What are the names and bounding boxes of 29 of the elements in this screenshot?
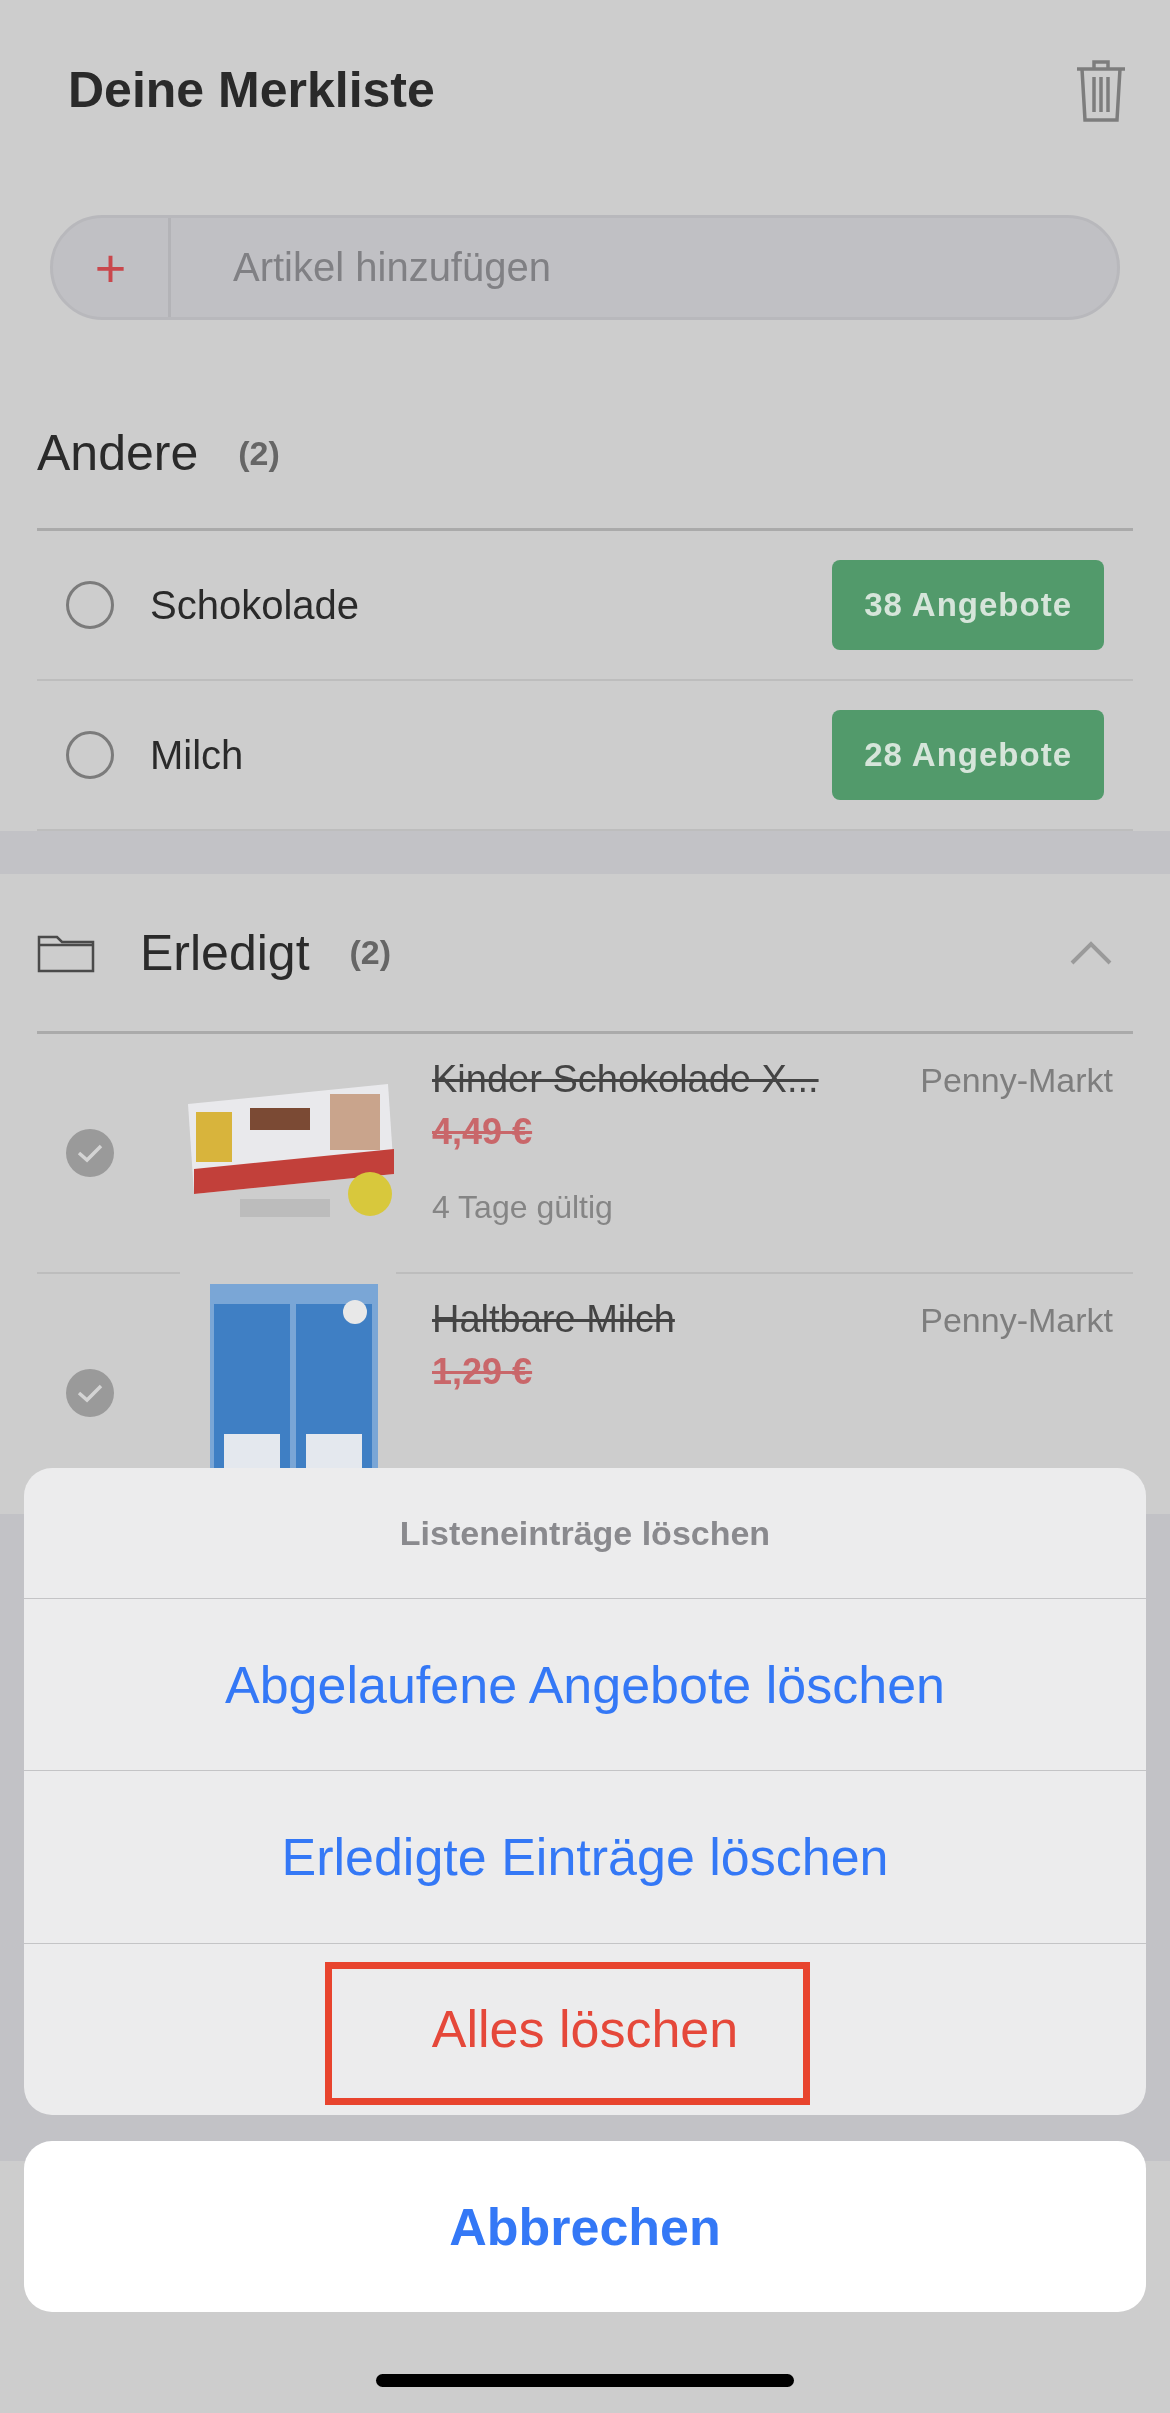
sheet-action[interactable]: Alles löschen <box>24 1942 1146 2115</box>
section-title: Erledigt <box>140 923 310 982</box>
offers-badge[interactable]: 28 Angebote <box>832 710 1104 800</box>
item-count: (2) <box>238 433 280 473</box>
item-name: Schokolade <box>150 582 361 628</box>
item-name: Milch <box>150 732 245 778</box>
offer-price: 4,49 € <box>432 1111 534 1153</box>
offer-price: 1,29 € <box>432 1351 534 1393</box>
validity-text: 4 Tage gültig <box>432 1189 614 1226</box>
offer-title: Haltbare Milch <box>432 1298 675 1341</box>
check-circle[interactable] <box>66 731 114 779</box>
chevron-up-icon[interactable] <box>1069 939 1113 966</box>
section-title: Andere <box>37 424 199 482</box>
page-title: Deine Merkliste <box>68 61 435 119</box>
sheet-action[interactable]: Abgelaufene Angebote löschen <box>24 1598 1146 1771</box>
check-circle[interactable] <box>66 581 114 629</box>
sheet-action[interactable]: Erledigte Einträge löschen <box>24 1770 1146 1943</box>
offer-title: Kinder Schokolade X... <box>432 1058 819 1101</box>
add-item-field[interactable]: + Artikel hinzufügen <box>50 215 1120 320</box>
checked-circle-icon[interactable] <box>66 1369 114 1417</box>
cancel-button[interactable]: Abbrechen <box>24 2141 1146 2312</box>
trash-icon[interactable] <box>1074 57 1128 123</box>
checked-circle-icon[interactable] <box>66 1129 114 1177</box>
item-count: (2) <box>349 933 392 972</box>
sheet-title: Listeneinträge löschen <box>398 1512 772 1554</box>
store-name: Penny-Markt <box>920 1301 1113 1340</box>
store-name: Penny-Markt <box>920 1061 1113 1100</box>
offers-badge[interactable]: 38 Angebote <box>832 560 1104 650</box>
add-button[interactable]: + <box>53 218 171 317</box>
